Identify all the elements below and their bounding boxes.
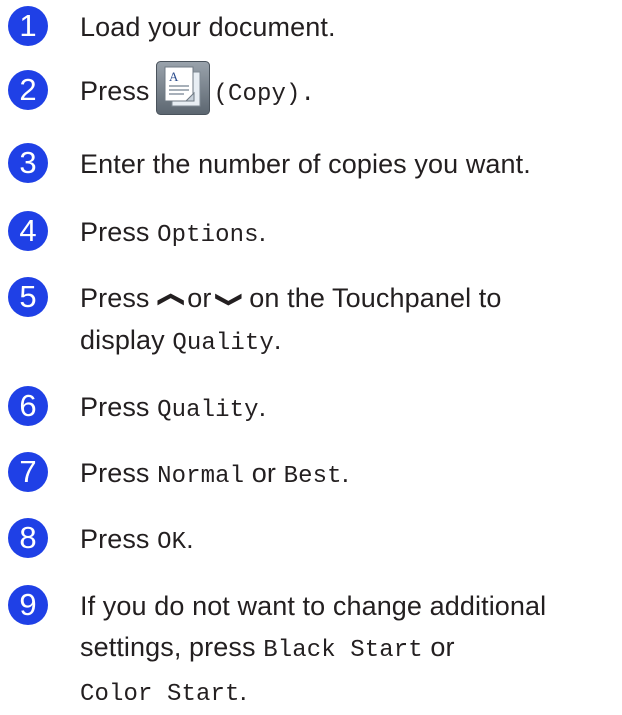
- period: .: [258, 392, 267, 422]
- step-1-text: Load your document.: [80, 12, 336, 42]
- step-text: Press Options.: [80, 212, 620, 256]
- period: .: [341, 458, 350, 488]
- step-text: Enter the number of copies you want.: [80, 144, 620, 185]
- quality-key: Quality: [157, 397, 259, 424]
- step-9-line1: If you do not want to change additional: [80, 591, 547, 621]
- period: .: [258, 217, 267, 247]
- step-number-badge: 5: [8, 277, 48, 317]
- step-text: Press ❯ or ❯ on the Touchpanel to displa…: [80, 278, 620, 364]
- period: .: [239, 676, 248, 706]
- press-label: Press: [80, 283, 150, 313]
- or-label: or: [430, 632, 455, 662]
- step-text: Press OK.: [80, 519, 620, 563]
- step-text: Press Quality.: [80, 387, 620, 431]
- step-number-badge: 7: [8, 452, 48, 492]
- press-label: Press: [80, 524, 150, 554]
- ok-key: OK: [157, 529, 187, 556]
- quality-key: Quality: [172, 330, 274, 357]
- step-number-badge: 8: [8, 518, 48, 558]
- step-text: Press Normal or Best.: [80, 453, 620, 497]
- or-label: or: [251, 458, 276, 488]
- normal-key: Normal: [157, 463, 245, 490]
- svg-text:A: A: [169, 69, 179, 84]
- chevron-up-icon: ❯: [153, 290, 184, 309]
- press-label: Press: [80, 76, 150, 107]
- step-number-badge: 1: [8, 6, 48, 46]
- chevron-down-icon: ❯: [215, 290, 246, 309]
- press-label: Press: [80, 458, 150, 488]
- settings-label: settings, press: [80, 632, 256, 662]
- step-3-text: Enter the number of copies you want.: [80, 149, 531, 179]
- press-label: Press: [80, 392, 150, 422]
- step-text: Load your document.: [80, 7, 620, 48]
- step-number-badge: 2: [8, 70, 48, 110]
- step-text: Press A (Copy).: [80, 61, 620, 115]
- step-number-badge: 3: [8, 143, 48, 183]
- display-label: display: [80, 325, 165, 355]
- copy-label: (Copy).: [213, 81, 316, 109]
- color-start-key: Color Start: [80, 681, 240, 708]
- black-start-key: Black Start: [263, 637, 423, 664]
- period: .: [273, 325, 282, 355]
- touchpanel-text: on the Touchpanel to: [249, 283, 502, 313]
- period: .: [186, 524, 194, 554]
- step-number-badge: 4: [8, 211, 48, 251]
- options-key: Options: [157, 222, 259, 249]
- step-number-badge: 6: [8, 386, 48, 426]
- best-key: Best: [283, 463, 342, 490]
- copy-icon[interactable]: A: [155, 61, 210, 115]
- press-label: Press: [80, 217, 150, 247]
- step-number-badge: 9: [8, 585, 48, 625]
- step-text: If you do not want to change additional …: [80, 586, 620, 715]
